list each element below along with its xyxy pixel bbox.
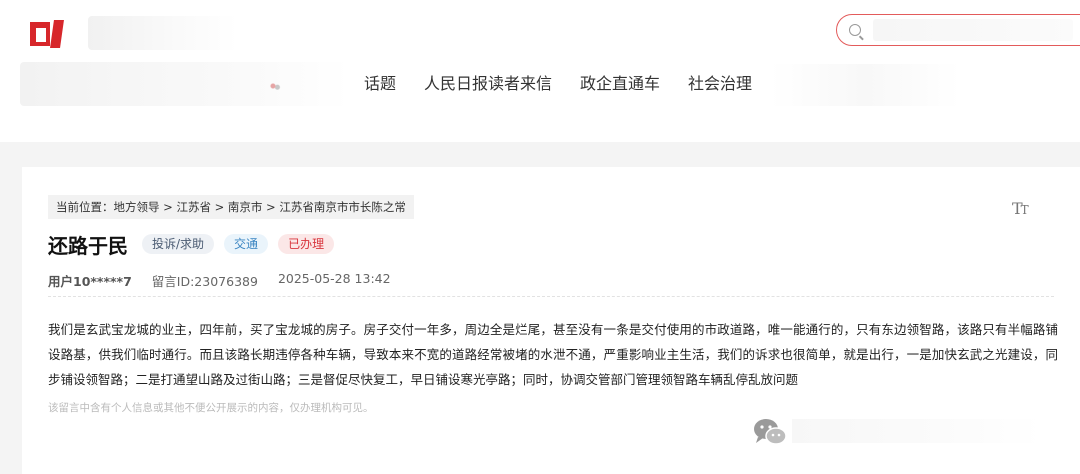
privacy-notice: 该留言中含有个人信息或其他不便公开展示的内容，仅办理机构可见。 [48, 402, 374, 414]
message-body: 我们是玄武宝龙城的业主，四年前，买了宝龙城的房子。房子交付一年多，周边全是烂尾，… [48, 322, 1058, 387]
breadcrumb-separator: > [159, 200, 177, 214]
logo-text-blurred [88, 16, 238, 50]
main-nav: 话题 人民日报读者来信 政企直通车 社会治理 [364, 72, 752, 96]
breadcrumb-prefix: 当前位置： [56, 200, 114, 214]
logo-mark [30, 16, 66, 50]
search-box[interactable] [836, 14, 1080, 46]
tag-field: 交通 [224, 234, 269, 254]
message-card: 当前位置： 地方领导 > 江苏省 > 南京市 > 江苏省南京市市长陈之常 TT … [22, 167, 1080, 474]
wechat-icon [754, 419, 787, 445]
breadcrumb-separator: > [262, 200, 280, 214]
watermark-blurred [792, 419, 1042, 443]
user-name: 用户10*****7 [48, 274, 132, 289]
tag-type: 投诉/求助 [142, 234, 215, 254]
title-row: 还路于民 投诉/求助 交通 已办理 [48, 231, 344, 258]
breadcrumb-item-leaders[interactable]: 地方领导 [114, 199, 160, 215]
breadcrumb-item-province[interactable]: 江苏省 [176, 199, 211, 215]
nav-left-blurred [20, 62, 350, 106]
nav-item-enterprise[interactable]: 政企直通车 [580, 72, 660, 96]
breadcrumb: 当前位置： 地方领导 > 江苏省 > 南京市 > 江苏省南京市市长陈之常 [48, 195, 414, 219]
status-badge: 已办理 [278, 234, 335, 254]
font-size-icon[interactable]: TT [1012, 199, 1029, 218]
message-id: 留言ID:23076389 [151, 274, 258, 289]
message-meta: 用户10*****7 留言ID:23076389 2025-05-28 13:4… [48, 271, 391, 290]
nav-item-topics[interactable]: 话题 [364, 72, 396, 96]
nav-item-governance[interactable]: 社会治理 [688, 72, 752, 96]
message-datetime: 2025-05-28 13:42 [277, 271, 391, 286]
search-input[interactable] [873, 19, 1073, 41]
nav-right-blurred [770, 64, 960, 106]
site-header: 话题 人民日报读者来信 政企直通车 社会治理 [0, 0, 1080, 142]
divider [48, 296, 1054, 297]
nav-item-reader-letters[interactable]: 人民日报读者来信 [424, 72, 552, 96]
breadcrumb-item-city[interactable]: 南京市 [228, 199, 263, 215]
message-title: 还路于民 [48, 233, 128, 258]
site-logo[interactable] [30, 12, 238, 54]
search-icon[interactable] [849, 24, 861, 36]
breadcrumb-item-mayor[interactable]: 江苏省南京市市长陈之常 [279, 199, 406, 215]
nav-decoration [262, 80, 284, 92]
breadcrumb-separator: > [210, 200, 228, 214]
